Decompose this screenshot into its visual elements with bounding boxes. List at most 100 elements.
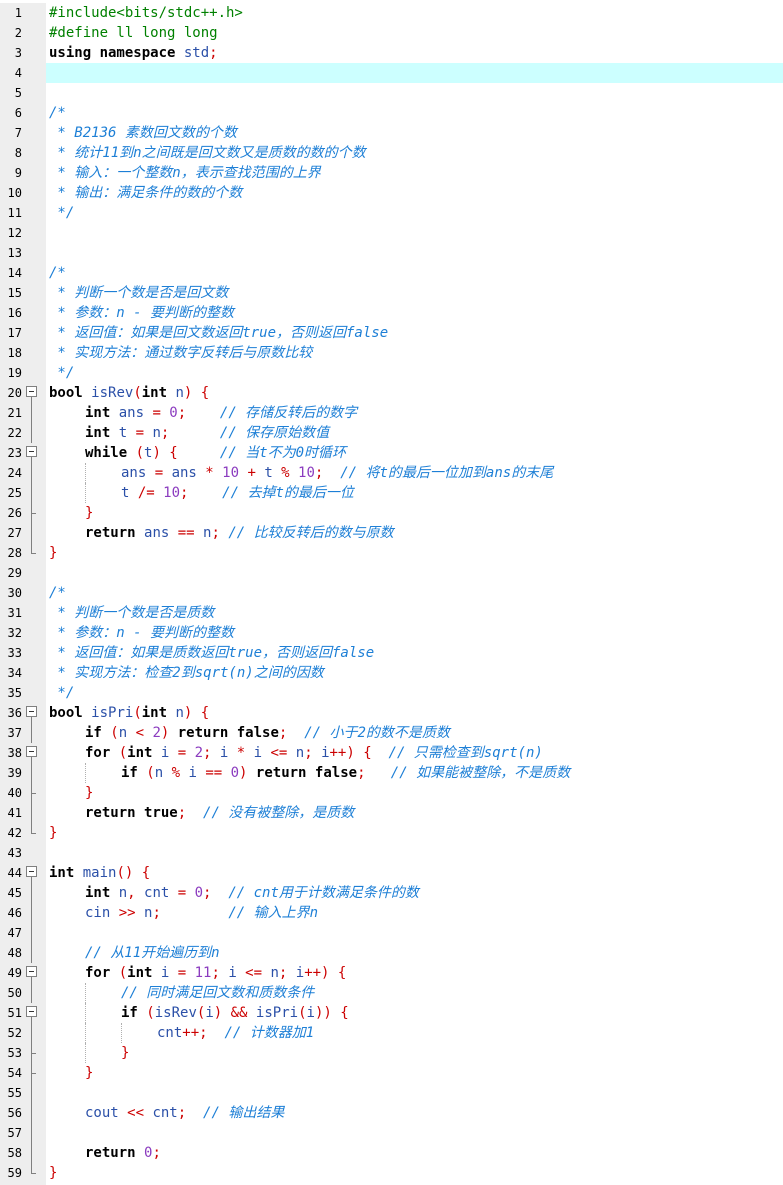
code-text[interactable]: * 参数：n - 要判断的整数 (46, 623, 783, 643)
code-text[interactable] (46, 243, 783, 263)
code-line[interactable]: 50 // 同时满足回文数和质数条件 (0, 983, 783, 1003)
code-text[interactable]: for (int i = 2; i * i <= n; i++) { // 只需… (46, 743, 783, 763)
code-text[interactable]: bool isPri(int n) { (46, 703, 783, 723)
code-line[interactable]: 22 int t = n; // 保存原始数值 (0, 423, 783, 443)
code-line[interactable]: 58 return 0; (0, 1143, 783, 1163)
code-text[interactable]: return ans == n; // 比较反转后的数与原数 (46, 523, 783, 543)
code-line[interactable]: 24 ans = ans * 10 + t % 10; // 将t的最后一位加到a… (0, 463, 783, 483)
code-text[interactable]: if (n % i == 0) return false; // 如果能被整除，… (46, 763, 783, 783)
code-text[interactable]: } (46, 503, 783, 523)
code-text[interactable]: * 输出：满足条件的数的个数 (46, 183, 783, 203)
code-line[interactable]: 1 #include<bits/stdc++.h> (0, 3, 783, 23)
code-text[interactable] (46, 223, 783, 243)
code-text[interactable]: while (t) { // 当t不为0时循环 (46, 443, 783, 463)
code-text[interactable] (46, 1123, 783, 1143)
code-text[interactable]: #define ll long long (46, 23, 783, 43)
code-line[interactable]: 14 /* (0, 263, 783, 283)
code-text[interactable]: * 返回值：如果是质数返回true，否则返回false (46, 643, 783, 663)
code-text[interactable]: using namespace std; (46, 43, 783, 63)
code-text[interactable]: * 实现方法：通过数字反转后与原数比较 (46, 343, 783, 363)
code-text[interactable]: } (46, 1063, 783, 1083)
code-text[interactable]: * B2136 素数回文数的个数 (46, 123, 783, 143)
code-line[interactable]: 37 if (n < 2) return false; // 小于2的数不是质数 (0, 723, 783, 743)
code-text[interactable]: int n, cnt = 0; // cnt用于计数满足条件的数 (46, 883, 783, 903)
code-text[interactable]: } (46, 823, 783, 843)
code-text[interactable]: cout << cnt; // 输出结果 (46, 1103, 783, 1123)
code-line[interactable]: 44 int main() { (0, 863, 783, 883)
code-line[interactable]: 47 (0, 923, 783, 943)
code-line[interactable]: 32 * 参数：n - 要判断的整数 (0, 623, 783, 643)
code-line[interactable]: 31 * 判断一个数是否是质数 (0, 603, 783, 623)
code-line[interactable]: 51 if (isRev(i) && isPri(i)) { (0, 1003, 783, 1023)
code-text[interactable]: int main() { (46, 863, 783, 883)
code-text[interactable] (46, 63, 783, 83)
code-line[interactable]: 19 */ (0, 363, 783, 383)
code-line[interactable]: 43 (0, 843, 783, 863)
code-line[interactable]: 27 return ans == n; // 比较反转后的数与原数 (0, 523, 783, 543)
code-text[interactable]: if (isRev(i) && isPri(i)) { (46, 1003, 783, 1023)
code-line[interactable]: 34 * 实现方法：检查2到sqrt(n)之间的因数 (0, 663, 783, 683)
code-text[interactable]: */ (46, 203, 783, 223)
code-line[interactable]: 45 int n, cnt = 0; // cnt用于计数满足条件的数 (0, 883, 783, 903)
fold-toggle-icon[interactable] (24, 743, 46, 763)
code-line[interactable]: 7 * B2136 素数回文数的个数 (0, 123, 783, 143)
code-text[interactable]: int t = n; // 保存原始数值 (46, 423, 783, 443)
code-text[interactable]: /* (46, 103, 783, 123)
code-text[interactable]: #include<bits/stdc++.h> (46, 3, 783, 23)
code-line[interactable]: 16 * 参数：n - 要判断的整数 (0, 303, 783, 323)
code-text[interactable] (46, 1083, 783, 1103)
code-line[interactable]: 8 * 统计11到n之间既是回文数又是质数的数的个数 (0, 143, 783, 163)
code-text[interactable]: cnt++; // 计数器加1 (46, 1023, 783, 1043)
code-line[interactable]: 25 t /= 10; // 去掉t的最后一位 (0, 483, 783, 503)
code-area[interactable]: 1 #include<bits/stdc++.h> 2 #define ll long… (0, 3, 783, 1183)
code-text[interactable]: /* (46, 263, 783, 283)
code-line[interactable]: 49 for (int i = 11; i <= n; i++) { (0, 963, 783, 983)
code-text[interactable]: cin >> n; // 输入上界n (46, 903, 783, 923)
code-line[interactable]: 40} (0, 783, 783, 803)
code-text[interactable]: * 参数：n - 要判断的整数 (46, 303, 783, 323)
code-line[interactable]: 56 cout << cnt; // 输出结果 (0, 1103, 783, 1123)
code-line[interactable]: 15 * 判断一个数是否是回文数 (0, 283, 783, 303)
code-text[interactable]: * 实现方法：检查2到sqrt(n)之间的因数 (46, 663, 783, 683)
code-text[interactable]: bool isRev(int n) { (46, 383, 783, 403)
code-text[interactable]: */ (46, 683, 783, 703)
fold-toggle-icon[interactable] (24, 863, 46, 883)
code-text[interactable]: t /= 10; // 去掉t的最后一位 (46, 483, 783, 503)
code-line[interactable]: 2 #define ll long long (0, 23, 783, 43)
code-line[interactable]: 28} (0, 543, 783, 563)
code-text[interactable] (46, 843, 783, 863)
code-text[interactable]: // 从11开始遍历到n (46, 943, 783, 963)
code-line[interactable]: 6 /* (0, 103, 783, 123)
code-text[interactable]: * 判断一个数是否是质数 (46, 603, 783, 623)
code-line[interactable]: 36 bool isPri(int n) { (0, 703, 783, 723)
code-line[interactable]: 20 bool isRev(int n) { (0, 383, 783, 403)
code-text[interactable] (46, 83, 783, 103)
fold-toggle-icon[interactable] (24, 1003, 46, 1023)
code-line[interactable]: 26} (0, 503, 783, 523)
code-text[interactable]: } (46, 1043, 783, 1063)
code-line[interactable]: 11 */ (0, 203, 783, 223)
code-line[interactable]: 30 /* (0, 583, 783, 603)
code-line[interactable]: 53} (0, 1043, 783, 1063)
code-line[interactable]: 33 * 返回值：如果是质数返回true，否则返回false (0, 643, 783, 663)
code-line[interactable]: 39 if (n % i == 0) return false; // 如果能被整… (0, 763, 783, 783)
code-text[interactable]: if (n < 2) return false; // 小于2的数不是质数 (46, 723, 783, 743)
code-line[interactable]: 59} (0, 1163, 783, 1183)
code-line[interactable]: 5 (0, 83, 783, 103)
code-line[interactable]: 55 (0, 1083, 783, 1103)
code-text[interactable]: // 同时满足回文数和质数条件 (46, 983, 783, 1003)
code-line[interactable]: 3 using namespace std; (0, 43, 783, 63)
code-text[interactable]: int ans = 0; // 存储反转后的数字 (46, 403, 783, 423)
code-line[interactable]: 21 int ans = 0; // 存储反转后的数字 (0, 403, 783, 423)
code-line[interactable]: 12 (0, 223, 783, 243)
code-text[interactable]: } (46, 783, 783, 803)
fold-toggle-icon[interactable] (24, 703, 46, 723)
code-line[interactable]: 46 cin >> n; // 输入上界n (0, 903, 783, 923)
code-line[interactable]: 4 (0, 63, 783, 83)
code-line[interactable]: 17 * 返回值：如果是回文数返回true，否则返回false (0, 323, 783, 343)
code-line[interactable]: 38 for (int i = 2; i * i <= n; i++) { // … (0, 743, 783, 763)
code-text[interactable]: } (46, 1163, 783, 1183)
fold-toggle-icon[interactable] (24, 443, 46, 463)
code-text[interactable]: */ (46, 363, 783, 383)
code-text[interactable]: * 统计11到n之间既是回文数又是质数的数的个数 (46, 143, 783, 163)
